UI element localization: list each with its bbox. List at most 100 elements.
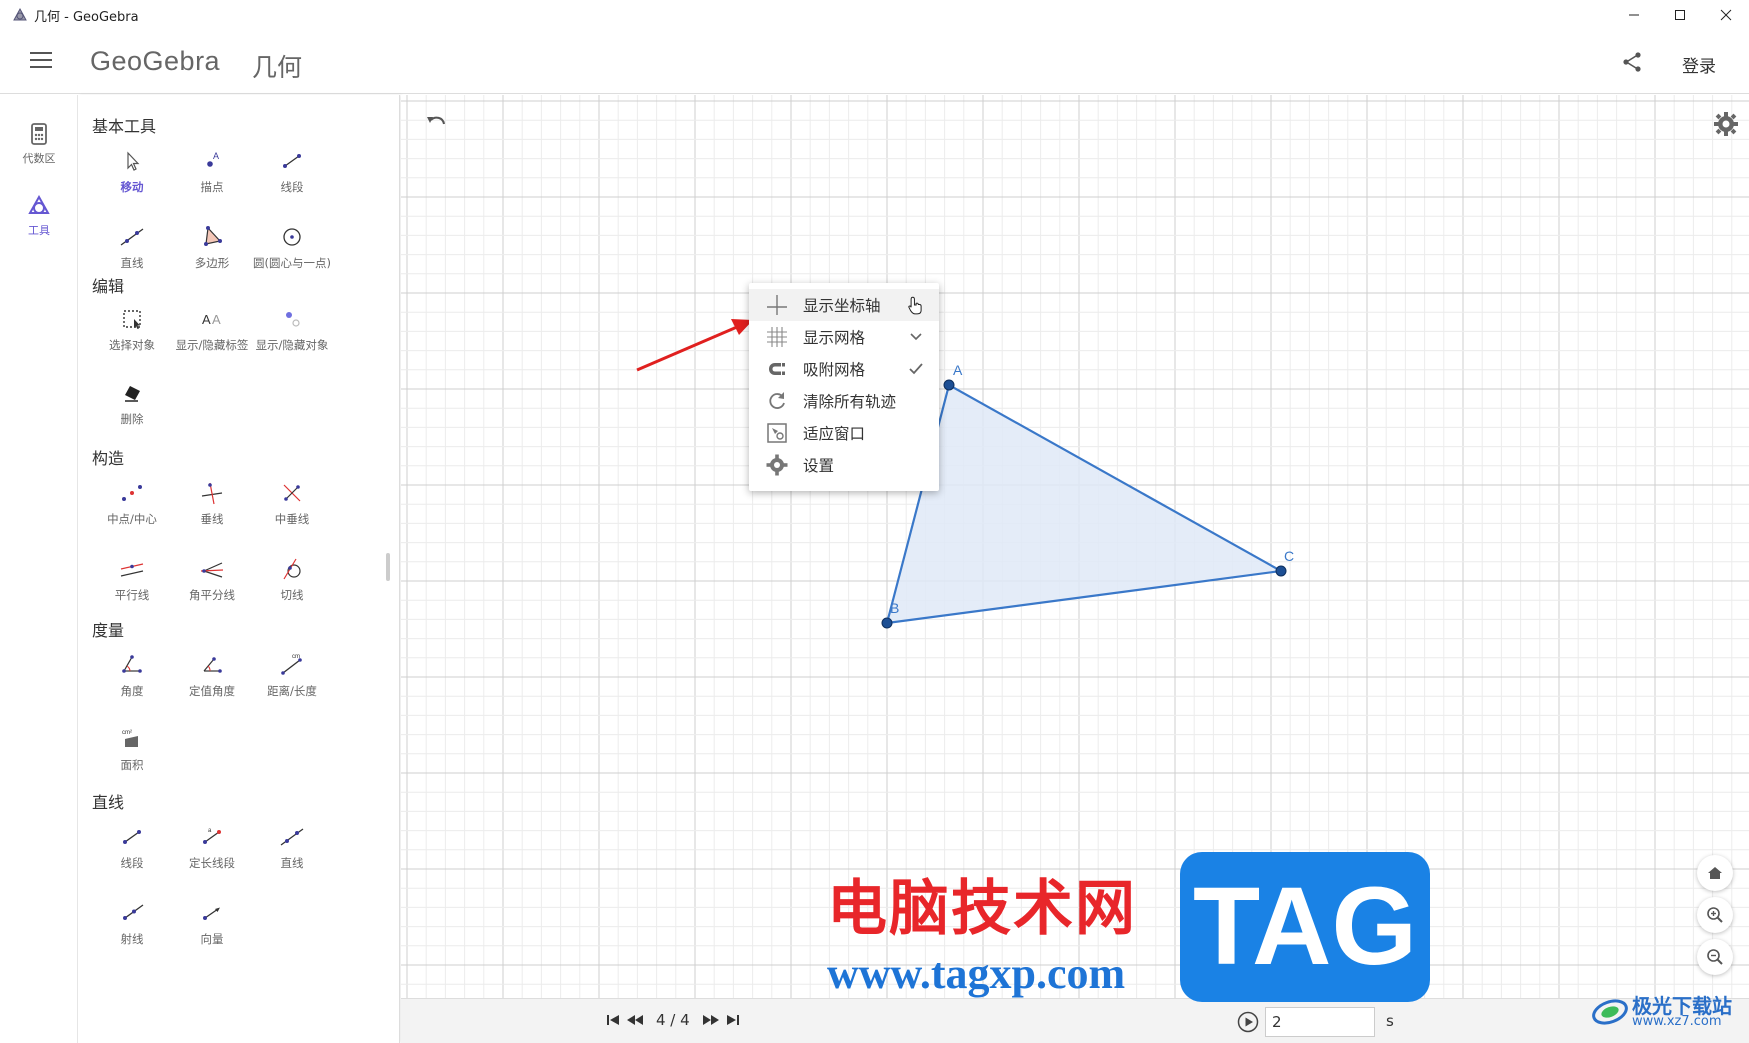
zoom-out-button[interactable] <box>1697 939 1733 975</box>
label-aa-icon: AA <box>202 312 221 327</box>
minimize-button[interactable] <box>1611 0 1657 30</box>
label-b: B <box>890 600 899 616</box>
maximize-button[interactable] <box>1657 0 1703 30</box>
rail-item-tools[interactable]: 工具 <box>0 194 78 238</box>
tool-distance[interactable]: cm 距离/长度 <box>252 651 332 699</box>
tool-polygon[interactable]: 多边形 <box>172 223 252 271</box>
menu-item-show-axes[interactable]: 显示坐标轴 <box>749 289 939 321</box>
tool-delete[interactable]: 删除 <box>92 379 172 427</box>
point-c[interactable] <box>1275 565 1287 577</box>
angle-bisector-icon <box>200 562 224 578</box>
tool-segment[interactable]: 线段 <box>252 147 332 195</box>
point-icon: A <box>207 151 219 167</box>
svg-text:A: A <box>213 151 219 161</box>
eraser-icon <box>125 386 140 402</box>
zoom-out-icon <box>1707 949 1723 965</box>
circle-icon <box>283 228 301 246</box>
watermark-xz-url: www.xz7.com <box>1632 1014 1722 1029</box>
page-indicator: 4 / 4 <box>656 1011 690 1029</box>
close-window-button[interactable] <box>1703 0 1749 30</box>
watermark-xz-logo: 极光下载站 www.xz7.com <box>1590 988 1745 1034</box>
menu-item-show-grid[interactable]: 显示网格 <box>749 321 939 353</box>
tool-perpendicular[interactable]: 垂线 <box>172 479 252 527</box>
section-title-basic: 基本工具 <box>92 117 157 136</box>
watermark-url: www.tagxp.com <box>827 949 1126 998</box>
tool-ray[interactable]: 射线 <box>92 899 172 947</box>
minimize-icon <box>1629 14 1639 16</box>
tool-select[interactable]: 选择对象 <box>92 305 172 353</box>
section-title-construct: 构造 <box>92 449 125 468</box>
undo-icon[interactable] <box>423 111 449 137</box>
window-controls <box>1611 0 1749 30</box>
speed-input[interactable]: 2 <box>1265 1007 1375 1037</box>
menu-item-clear-traces[interactable]: 清除所有轨迹 <box>749 385 939 417</box>
calculator-icon <box>31 123 47 145</box>
tool-line[interactable]: 直线 <box>92 223 172 271</box>
tool-area[interactable]: cm² 面积 <box>92 725 172 773</box>
svg-text:cm²: cm² <box>122 730 132 736</box>
svg-text:a: a <box>208 828 212 834</box>
share-icon[interactable] <box>1620 50 1644 74</box>
point-a[interactable] <box>943 379 955 391</box>
label-c: C <box>1284 548 1294 564</box>
tool-point[interactable]: A 描点 <box>172 147 252 195</box>
last-page-icon[interactable] <box>726 1013 740 1027</box>
refresh-icon <box>769 392 785 409</box>
fixed-angle-icon <box>203 657 222 673</box>
tool-vector[interactable]: 向量 <box>172 899 252 947</box>
next-page-icon[interactable] <box>702 1013 720 1027</box>
tool-move[interactable]: 移动 <box>92 147 172 195</box>
first-page-icon[interactable] <box>606 1013 620 1027</box>
geogebra-logo: GeoGebra <box>90 46 221 76</box>
tool-fixed-angle[interactable]: 定值角度 <box>172 651 252 699</box>
magnet-icon <box>769 363 785 375</box>
menu-item-fit-window[interactable]: 适应窗口 <box>749 417 939 449</box>
tool-show-hide-object[interactable]: 显示/隐藏对象 <box>252 305 332 353</box>
play-icon[interactable] <box>1237 1011 1259 1033</box>
point-b[interactable] <box>881 617 893 629</box>
chevron-down-icon[interactable] <box>907 328 925 346</box>
tool-tangent[interactable]: 切线 <box>252 555 332 603</box>
fit-window-icon <box>767 423 787 443</box>
vector-icon <box>203 907 220 920</box>
tool-fixed-segment[interactable]: a 定长线段 <box>172 823 252 871</box>
animation-bar: 4 / 4 2 s <box>401 998 1749 1043</box>
tool-perpendicular-bisector[interactable]: 中垂线 <box>252 479 332 527</box>
parallel-icon <box>120 563 144 577</box>
view-rail: 代数区 工具 <box>0 95 78 1043</box>
line-icon <box>280 828 304 846</box>
midpoint-icon <box>122 485 142 501</box>
tool-show-hide-label[interactable]: AA 显示/隐藏标签 <box>172 305 252 353</box>
rail-item-algebra[interactable]: 代数区 <box>0 123 78 166</box>
tool-midpoint[interactable]: 中点/中心 <box>92 479 172 527</box>
login-button[interactable]: 登录 <box>1682 52 1716 77</box>
tool-angle-bisector[interactable]: 角平分线 <box>172 555 252 603</box>
home-icon <box>1708 867 1722 879</box>
grid-icon <box>767 327 787 347</box>
fixed-segment-icon: a <box>203 828 221 844</box>
label-a: A <box>953 362 963 378</box>
previous-page-icon[interactable] <box>626 1013 644 1027</box>
rail-label-tools: 工具 <box>28 224 50 237</box>
polygon-abc[interactable] <box>885 383 1285 625</box>
home-view-button[interactable] <box>1697 855 1733 891</box>
window-titlebar: 几何 - GeoGebra <box>0 0 1749 30</box>
tool-lines-segment[interactable]: 线段 <box>92 823 172 871</box>
menu-button[interactable] <box>30 52 52 70</box>
page-navigation: 4 / 4 <box>606 1011 740 1029</box>
menu-item-settings[interactable]: 设置 <box>749 449 939 481</box>
perpendicular-bisector-icon <box>283 484 301 502</box>
graphics-settings-icon[interactable] <box>1713 111 1739 137</box>
tool-parallel[interactable]: 平行线 <box>92 555 172 603</box>
axes-icon <box>767 295 787 315</box>
zoom-in-button[interactable] <box>1697 897 1733 933</box>
tool-lines-line[interactable]: 直线 <box>252 823 332 871</box>
annotation-arrow <box>636 325 738 372</box>
tools-panel-resize-handle[interactable] <box>386 553 390 581</box>
xz-swirl-icon <box>1592 999 1628 1025</box>
menu-item-snap-grid[interactable]: 吸附网格 <box>749 353 939 385</box>
tool-circle-center-point[interactable]: 圆(圆心与一点) <box>252 223 332 271</box>
tool-angle[interactable]: 角度 <box>92 651 172 699</box>
section-title-edit: 编辑 <box>92 277 125 296</box>
speed-unit: s <box>1386 1012 1394 1030</box>
